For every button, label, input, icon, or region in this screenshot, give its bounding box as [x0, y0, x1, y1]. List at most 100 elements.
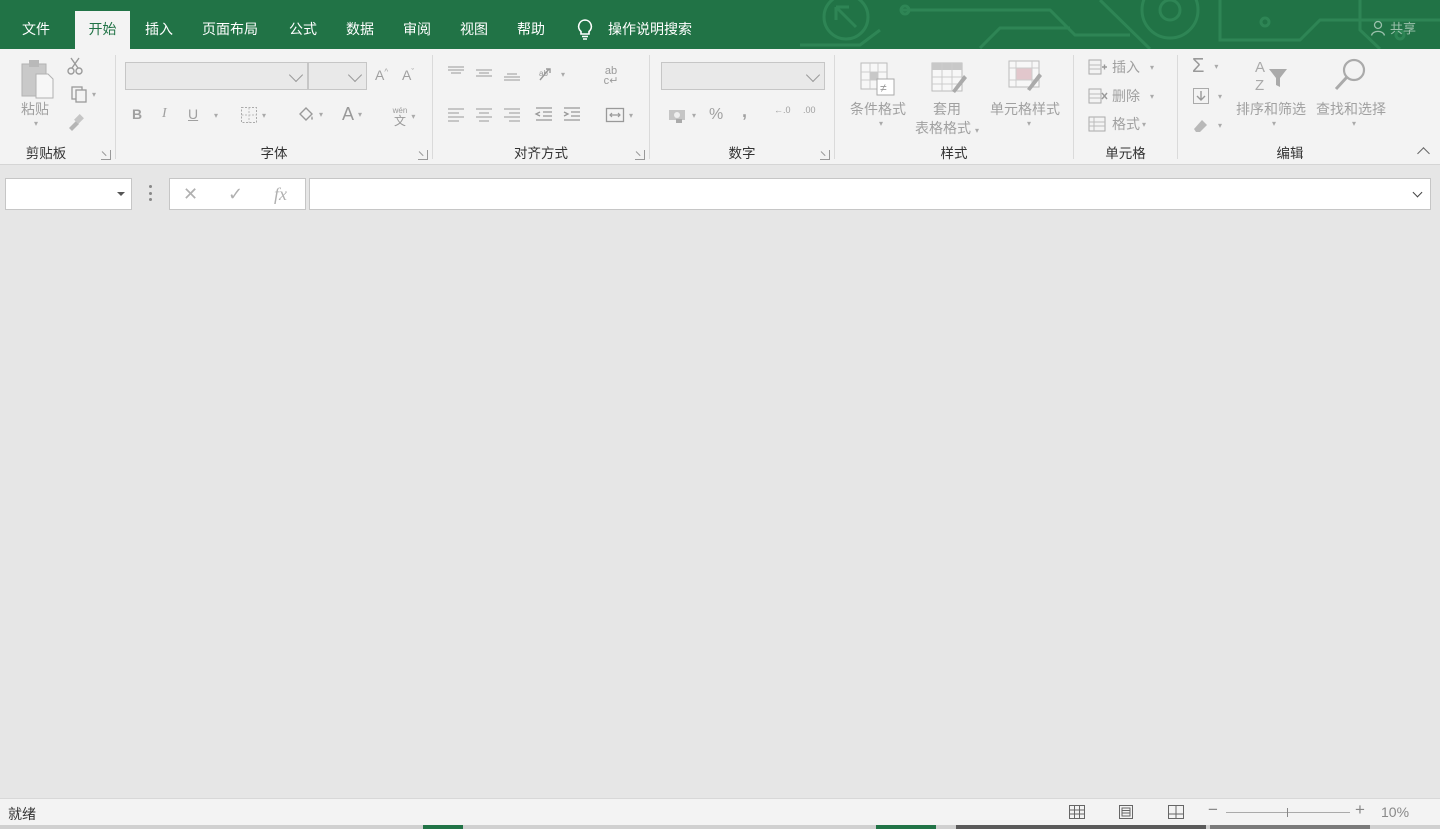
tab-data[interactable]: 数据: [337, 11, 383, 49]
zoom-out-button[interactable]: −: [1208, 800, 1218, 820]
grow-font-button[interactable]: A^: [375, 67, 388, 83]
align-bottom-icon[interactable]: [501, 64, 523, 84]
comma-style-button[interactable]: ,: [742, 101, 747, 122]
orientation-button[interactable]: ab ▾: [533, 64, 569, 84]
enter-icon[interactable]: ✓: [228, 184, 243, 205]
ribbon-tab-bar: 文件 开始 插入 页面布局 公式 数据 审阅 视图 帮助 操作说明搜索 共享: [0, 0, 1440, 49]
tell-me-search[interactable]: 操作说明搜索: [576, 11, 692, 47]
grow-font-icon: A: [375, 67, 385, 83]
tab-home[interactable]: 开始: [75, 11, 130, 49]
sort-filter-button[interactable]: 排序和筛选: [1232, 99, 1310, 119]
insert-cells-icon: [1088, 59, 1107, 75]
normal-view-icon[interactable]: [1068, 804, 1086, 820]
page-layout-view-icon[interactable]: [1117, 804, 1135, 820]
delete-cells-button[interactable]: 删除 ▾: [1088, 86, 1154, 106]
tab-review[interactable]: 审阅: [394, 11, 440, 49]
number-format-combo[interactable]: [661, 62, 825, 90]
zoom-slider-thumb[interactable]: [1287, 808, 1288, 817]
font-color-button[interactable]: A ▾: [333, 103, 371, 125]
cancel-icon[interactable]: ✕: [183, 184, 198, 205]
name-box[interactable]: [5, 178, 132, 210]
share-button[interactable]: 共享: [1370, 18, 1416, 37]
find-select-dropdown-icon[interactable]: ▾: [1352, 119, 1356, 128]
font-launcher-icon[interactable]: [418, 150, 428, 160]
clipboard-launcher-icon[interactable]: [101, 150, 111, 160]
sort-filter-dropdown-icon[interactable]: ▾: [1272, 119, 1276, 128]
formula-bar-resize-handle[interactable]: [148, 185, 152, 201]
cell-styles-dropdown-icon[interactable]: ▾: [1027, 119, 1031, 128]
delete-cells-icon: [1088, 88, 1108, 104]
conditional-formatting-button[interactable]: 条件格式: [846, 99, 910, 119]
cells-group-label: 单元格: [1105, 146, 1146, 161]
format-cells-button[interactable]: 格式 ▾: [1088, 114, 1146, 134]
format-painter-icon[interactable]: [64, 112, 86, 132]
svg-text:Z: Z: [1255, 77, 1264, 93]
paste-icon[interactable]: [18, 57, 56, 101]
font-name-combo[interactable]: [125, 62, 308, 90]
page-break-view-icon[interactable]: [1167, 804, 1185, 820]
paste-button[interactable]: 粘贴: [18, 99, 52, 119]
insert-cells-button[interactable]: 插入 ▾: [1088, 57, 1154, 77]
tab-formulas[interactable]: 公式: [280, 11, 326, 49]
zoom-slider-track[interactable]: [1226, 812, 1350, 813]
tab-help[interactable]: 帮助: [508, 11, 554, 49]
align-right-icon[interactable]: [501, 105, 523, 125]
decrease-indent-icon[interactable]: [533, 105, 555, 125]
merge-cells-icon: [605, 107, 625, 123]
delete-cells-label: 删除: [1112, 88, 1140, 104]
paste-dropdown-icon[interactable]: ▾: [34, 119, 38, 128]
tab-file[interactable]: 文件: [12, 11, 60, 49]
format-cells-label: 格式: [1112, 116, 1140, 132]
svg-text:≠: ≠: [880, 81, 887, 95]
underline-dropdown-icon[interactable]: ▾: [214, 111, 218, 120]
zoom-in-button[interactable]: +: [1355, 800, 1365, 820]
status-ready-text: 就绪: [8, 806, 36, 822]
italic-button[interactable]: I: [162, 106, 167, 122]
tab-insert[interactable]: 插入: [136, 11, 182, 49]
conditional-dropdown-icon[interactable]: ▾: [879, 119, 883, 128]
percent-button[interactable]: %: [709, 106, 723, 124]
find-select-button[interactable]: 查找和选择: [1312, 99, 1390, 119]
clear-button[interactable]: ▾: [1192, 114, 1222, 136]
increase-indent-icon[interactable]: [561, 105, 583, 125]
fill-color-button[interactable]: ▾: [290, 104, 330, 124]
align-top-icon[interactable]: [445, 64, 467, 84]
tab-view[interactable]: 视图: [451, 11, 497, 49]
tab-page-layout[interactable]: 页面布局: [192, 11, 268, 49]
copy-icon[interactable]: ▾: [64, 84, 102, 104]
insert-function-icon[interactable]: fx: [274, 184, 287, 205]
formula-input[interactable]: [309, 178, 1431, 210]
shrink-font-button[interactable]: Aˇ: [402, 67, 414, 83]
phonetic-icon: wén 文: [393, 106, 408, 127]
collapse-ribbon-icon[interactable]: [1417, 147, 1430, 160]
align-left-icon[interactable]: [445, 105, 467, 125]
alignment-launcher-icon[interactable]: [635, 150, 645, 160]
font-group-label: 字体: [260, 146, 288, 161]
wrap-text-icon[interactable]: ab c↵: [599, 64, 623, 88]
format-as-table-label: 表格格式: [914, 120, 971, 136]
number-launcher-icon[interactable]: [820, 150, 830, 160]
merge-center-button[interactable]: ▾: [599, 105, 639, 125]
cell-styles-icon: [1008, 60, 1042, 91]
clipboard-group: 粘贴 ▾ ▾ 剪贴板: [0, 49, 115, 165]
accounting-format-button[interactable]: ▾: [662, 105, 702, 125]
zoom-level[interactable]: 10%: [1381, 804, 1409, 820]
font-size-combo[interactable]: [308, 62, 367, 90]
underline-button[interactable]: U: [188, 106, 198, 122]
align-middle-icon[interactable]: [473, 64, 495, 84]
format-as-table-button[interactable]: 表格格式 ▾: [911, 118, 983, 138]
background-circuit-pattern: [800, 0, 1440, 49]
cut-icon[interactable]: [64, 56, 86, 76]
cell-styles-button[interactable]: 单元格样式: [985, 99, 1065, 119]
fill-button[interactable]: ▾: [1192, 85, 1222, 107]
align-center-icon[interactable]: [473, 105, 495, 125]
expand-formula-bar-icon[interactable]: [1412, 187, 1423, 198]
svg-text:A: A: [1255, 59, 1265, 76]
autosum-button[interactable]: Σ ▾: [1192, 55, 1218, 77]
decrease-decimal-button[interactable]: .00: [803, 105, 821, 115]
borders-button[interactable]: ▾: [233, 105, 273, 125]
increase-decimal-button[interactable]: ←.0: [774, 105, 792, 115]
phonetic-button[interactable]: wén 文 ▾: [384, 103, 424, 129]
bold-button[interactable]: B: [132, 106, 142, 122]
name-box-dropdown-icon[interactable]: [117, 192, 125, 196]
